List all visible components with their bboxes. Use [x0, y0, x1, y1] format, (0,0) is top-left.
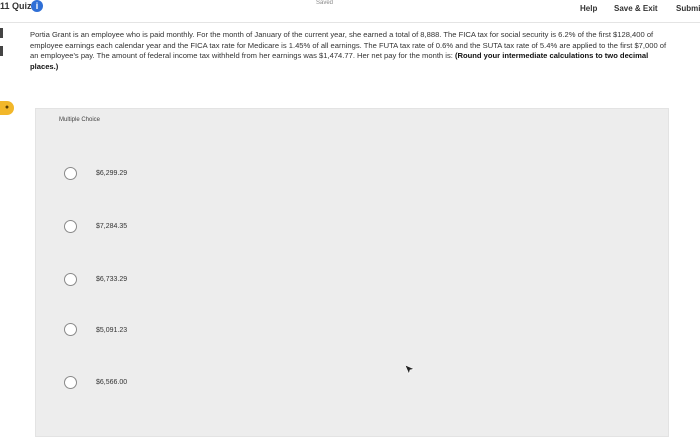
choice-label[interactable]: $6,299.29 — [96, 170, 127, 177]
save-exit-button[interactable]: Save & Exit — [614, 4, 658, 13]
quiz-title: 11 Quiz — [0, 1, 32, 11]
choice-label[interactable]: $7,284.35 — [96, 223, 127, 230]
choice-label[interactable]: $6,733.29 — [96, 276, 127, 283]
top-bar: 11 Quiz i Saved Help Save & Exit Submi — [0, 0, 700, 18]
mouse-pointer-icon — [404, 364, 415, 375]
question-text: Portia Grant is an employee who is paid … — [30, 30, 670, 72]
save-status: Saved — [316, 0, 334, 6]
choice-label[interactable]: $6,566.00 — [96, 379, 127, 386]
header-divider — [0, 22, 700, 23]
info-icon[interactable]: i — [31, 0, 43, 12]
submit-button[interactable]: Submi — [676, 4, 700, 13]
help-button[interactable]: Help — [580, 4, 597, 13]
edge-marker — [0, 28, 3, 38]
radio-button[interactable] — [64, 376, 77, 389]
answer-panel — [35, 108, 669, 437]
answer-type-label: Multiple Choice — [59, 117, 101, 123]
radio-button[interactable] — [64, 323, 77, 336]
radio-button[interactable] — [64, 220, 77, 233]
choice-label[interactable]: $5,091.23 — [96, 327, 127, 334]
radio-button[interactable] — [64, 273, 77, 286]
question-flag-icon[interactable]: ● — [0, 101, 14, 115]
radio-button[interactable] — [64, 167, 77, 180]
edge-marker — [0, 46, 3, 56]
